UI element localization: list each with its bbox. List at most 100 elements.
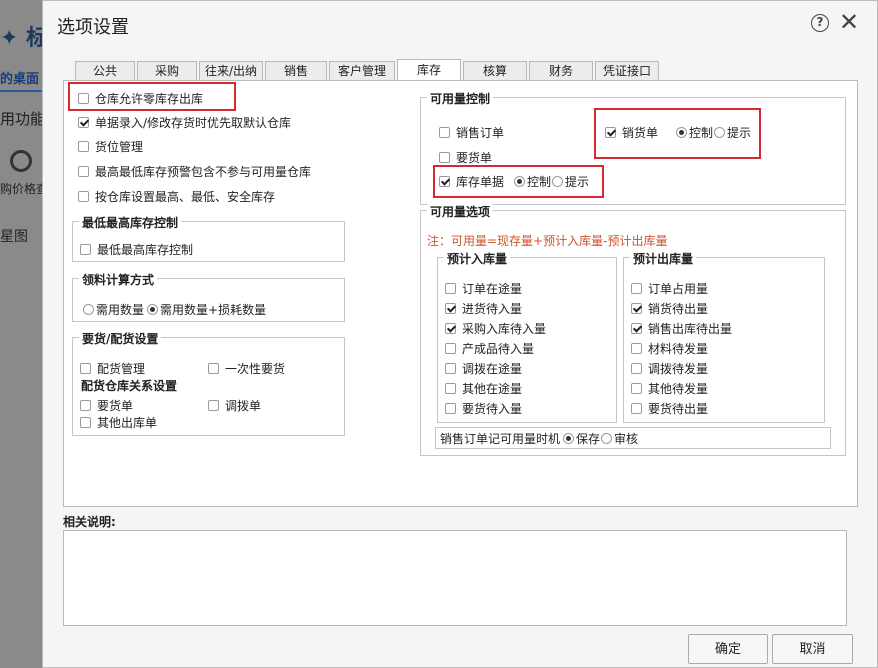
checkbox[interactable]	[445, 322, 456, 334]
checkbox[interactable]	[631, 362, 642, 374]
option-per-warehouse-limits[interactable]: 按仓库设置最高、最低、安全库存	[78, 188, 275, 204]
inbound-item[interactable]: 进货待入量	[445, 300, 522, 316]
radio[interactable]	[563, 432, 575, 444]
inbound-item[interactable]: 要货待入量	[445, 400, 522, 416]
checkbox[interactable]	[631, 382, 642, 394]
background-title: ✦ 标	[0, 26, 49, 51]
tab-inventory[interactable]: 库存	[397, 59, 461, 80]
checkbox[interactable]	[445, 342, 456, 354]
tab-finance[interactable]: 财务	[529, 61, 593, 80]
option-max-min-control[interactable]: 最低最高库存控制	[80, 241, 193, 257]
outbound-item[interactable]: 销售出库待出量	[631, 320, 732, 336]
checkbox[interactable]	[80, 416, 91, 428]
tab-accounting[interactable]: 核算	[463, 61, 527, 80]
price-query-icon	[10, 150, 32, 172]
outbound-item[interactable]: 订单占用量	[631, 280, 708, 296]
checkbox[interactable]	[631, 282, 642, 294]
tab-common[interactable]: 公共	[75, 61, 135, 80]
tab-purchase[interactable]: 采购	[137, 61, 197, 80]
ok-button[interactable]: 确定	[688, 634, 768, 664]
radio-label: 保存	[576, 431, 601, 446]
tab-bar: 公共 采购 往来/出纳 销售 客户管理 库存 核算 财务 凭证接口	[75, 59, 661, 80]
checkbox[interactable]	[445, 362, 456, 374]
option-label: 配货管理	[97, 361, 146, 376]
group-expected-outbound: 预计出库量 订单占用量 销货待出量 销售出库待出量 材料待发量 调拨待发量 其他…	[623, 250, 825, 423]
option-transfer-doc[interactable]: 调拨单	[208, 397, 261, 413]
option-label: 销货待出量	[648, 301, 709, 316]
tab-voucher[interactable]: 凭证接口	[595, 61, 659, 80]
cancel-button[interactable]: 取消	[772, 634, 853, 664]
tab-sales[interactable]: 销售	[265, 61, 327, 80]
option-sales-order[interactable]: 销售订单	[439, 124, 504, 140]
checkbox[interactable]	[439, 126, 450, 138]
radio-label: 审核	[614, 431, 639, 446]
outbound-item[interactable]: 销货待出量	[631, 300, 708, 316]
option-label: 一次性要货	[225, 361, 286, 376]
tab-cashier[interactable]: 往来/出纳	[199, 61, 263, 80]
option-label: 要货待出量	[648, 401, 709, 416]
checkbox[interactable]	[631, 322, 642, 334]
checkbox[interactable]	[445, 302, 456, 314]
tab-customer[interactable]: 客户管理	[329, 61, 395, 80]
background-chart-label: 星图	[0, 229, 28, 245]
option-one-time-requisition[interactable]: 一次性要货	[208, 360, 285, 376]
option-label: 材料待发量	[648, 341, 709, 356]
option-label: 其他在途量	[462, 381, 523, 396]
checkbox[interactable]	[80, 399, 91, 411]
outbound-item[interactable]: 材料待发量	[631, 340, 708, 356]
inbound-item[interactable]: 产成品待入量	[445, 340, 534, 356]
inventory-panel: 仓库允许零库存出库 单据录入/修改存货时优先取默认仓库 货位管理 最高最低库存预…	[63, 80, 858, 507]
option-other-outbound[interactable]: 其他出库单	[80, 414, 157, 430]
outbound-item[interactable]: 其他待发量	[631, 380, 708, 396]
dialog-title: 选项设置	[57, 17, 129, 38]
option-requisition-doc[interactable]: 要货单	[80, 397, 133, 413]
option-label: 单据录入/修改存货时优先取默认仓库	[95, 115, 292, 130]
option-label: 按仓库设置最高、最低、安全库存	[95, 189, 276, 204]
option-distribution[interactable]: 配货管理	[80, 360, 145, 376]
checkbox[interactable]	[80, 362, 91, 374]
checkbox[interactable]	[439, 151, 450, 163]
description-box[interactable]	[63, 530, 847, 626]
outbound-item[interactable]: 要货待出量	[631, 400, 708, 416]
checkbox[interactable]	[445, 402, 456, 414]
checkbox[interactable]	[208, 399, 219, 411]
option-label: 产成品待入量	[462, 341, 535, 356]
inbound-item[interactable]: 其他在途量	[445, 380, 522, 396]
checkbox[interactable]	[78, 165, 89, 177]
checkbox[interactable]	[78, 190, 89, 202]
option-label: 采购入库待入量	[462, 321, 547, 336]
group-title: 要货/配货设置	[79, 330, 162, 347]
group-availability-options: 可用量选项 注：可用量=现存量+预计入库量-预计出库量 预计入库量 订单在途量 …	[420, 203, 846, 456]
outbound-item[interactable]: 调拨待发量	[631, 360, 708, 376]
checkbox[interactable]	[208, 362, 219, 374]
subgroup-title: 配货仓库关系设置	[81, 379, 178, 393]
radio[interactable]	[601, 432, 613, 444]
checkbox[interactable]	[631, 302, 642, 314]
inbound-item[interactable]: 调拨在途量	[445, 360, 522, 376]
option-label: 要货待入量	[462, 401, 523, 416]
highlight-box	[68, 82, 236, 111]
checkbox[interactable]	[631, 402, 642, 414]
timing-options: 销售订单记可用量时机 保存 审核	[440, 430, 638, 446]
inbound-item[interactable]: 采购入库待入量	[445, 320, 546, 336]
checkbox[interactable]	[78, 140, 89, 152]
help-icon[interactable]: ?	[811, 14, 829, 32]
close-icon[interactable]: ✕	[839, 9, 859, 35]
background-tab-underline	[0, 90, 44, 92]
option-label: 要货单	[97, 398, 134, 413]
group-material-calc: 领料计算方式 需用数量 需用数量+损耗数量	[72, 271, 345, 322]
radio[interactable]	[147, 303, 159, 315]
checkbox[interactable]	[445, 382, 456, 394]
option-requisition-control[interactable]: 要货单	[439, 149, 492, 165]
option-label: 其他出库单	[97, 415, 158, 430]
radio[interactable]	[83, 303, 94, 315]
checkbox[interactable]	[78, 116, 89, 128]
checkbox[interactable]	[80, 243, 91, 255]
option-default-warehouse[interactable]: 单据录入/修改存货时优先取默认仓库	[78, 114, 291, 130]
checkbox[interactable]	[631, 342, 642, 354]
inbound-item[interactable]: 订单在途量	[445, 280, 522, 296]
option-warning-exclude[interactable]: 最高最低库存预警包含不参与可用量仓库	[78, 163, 311, 179]
background-price-label: 购价格查	[0, 182, 49, 196]
checkbox[interactable]	[445, 282, 456, 294]
option-location-management[interactable]: 货位管理	[78, 138, 143, 154]
